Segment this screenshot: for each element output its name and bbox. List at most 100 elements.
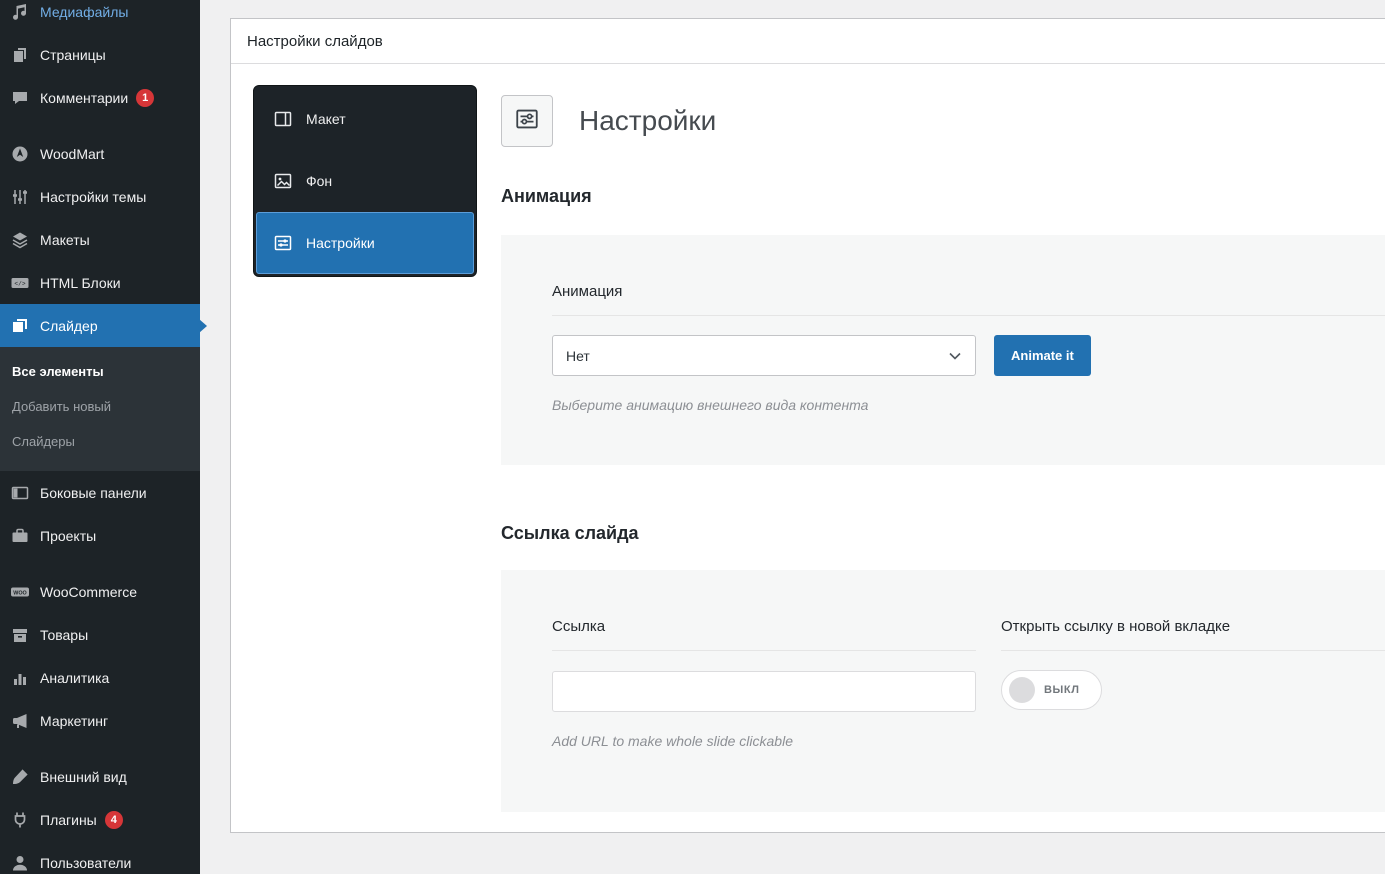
background-image-icon [273, 171, 293, 191]
theme-settings-icon [10, 187, 30, 207]
settings-main-column: Настройки Анимация Анимация Нет Animate … [501, 95, 1385, 812]
panel-body: Макет Фон Настройки Настройки Анимация А… [231, 64, 1385, 831]
animation-field-label: Анимация [552, 283, 623, 300]
settings-page-icon-box [501, 95, 553, 147]
tab-settings[interactable]: Настройки [256, 212, 474, 274]
pages-icon [10, 45, 30, 65]
sidebar-item-woodmart[interactable]: WoodMart [0, 132, 200, 175]
appearance-icon [10, 767, 30, 787]
sidebar-item-analytics[interactable]: Аналитика [0, 656, 200, 699]
sidebar-item-label: Маркетинг [40, 712, 109, 729]
sidebar-item-label: Страницы [40, 46, 106, 63]
sidebar-item-html-blocks[interactable]: </> HTML Блоки [0, 261, 200, 304]
admin-sidebar: Медиафайлы Страницы Комментарии 1 WoodMa… [0, 0, 200, 874]
sidebar-item-woocommerce[interactable]: WOO WooCommerce [0, 570, 200, 613]
layouts-icon [10, 230, 30, 250]
sidebar-item-sidebars[interactable]: Боковые панели [0, 471, 200, 514]
comments-icon [10, 88, 30, 108]
sidebar-item-slider[interactable]: Слайдер [0, 304, 200, 347]
sidebar-item-comments[interactable]: Комментарии 1 [0, 76, 200, 119]
tab-background[interactable]: Фон [256, 150, 474, 212]
media-icon [10, 2, 30, 22]
animation-helper-text: Выберите анимацию внешнего вида контента [552, 397, 869, 413]
animate-it-button[interactable]: Animate it [994, 335, 1091, 376]
sidebar-item-layouts[interactable]: Макеты [0, 218, 200, 261]
field-divider [552, 315, 1385, 316]
tab-layout[interactable]: Макет [256, 88, 474, 150]
menu-separator [0, 742, 200, 755]
sidebar-item-media[interactable]: Медиафайлы [0, 0, 200, 33]
open-new-tab-toggle[interactable]: ВЫКЛ [1001, 670, 1102, 710]
svg-text:</>: </> [14, 280, 25, 287]
link-helper-text: Add URL to make whole slide clickable [552, 733, 793, 749]
link-field-column: Ссылка Add URL to make whole slide click… [552, 617, 976, 749]
submenu-item-all-elements[interactable]: Все элементы [0, 354, 200, 389]
menu-separator [0, 119, 200, 132]
sidebars-icon [10, 483, 30, 503]
slider-icon [10, 316, 30, 336]
sidebar-item-projects[interactable]: Проекты [0, 514, 200, 557]
animation-select[interactable]: Нет [552, 335, 976, 376]
sidebar-item-label: Проекты [40, 527, 97, 544]
svg-text:WOO: WOO [13, 590, 26, 596]
field-divider [1001, 650, 1385, 651]
sidebar-item-marketing[interactable]: Маркетинг [0, 699, 200, 742]
woocommerce-icon: WOO [10, 582, 30, 602]
animation-section-panel: Анимация Нет Animate it Выберите анимаци… [501, 235, 1385, 465]
settings-sliders-icon [514, 106, 540, 137]
panel-title: Настройки слайдов [247, 32, 383, 50]
sidebar-item-label: Макеты [40, 231, 90, 248]
new-tab-field-label: Открыть ссылку в новой вкладке [1001, 618, 1231, 635]
slider-submenu: Все элементы Добавить новый Слайдеры [0, 347, 200, 471]
sidebar-item-label: Плагины [40, 811, 97, 828]
animation-select-value: Нет [566, 347, 590, 364]
tab-label: Настройки [306, 235, 375, 251]
field-divider [552, 650, 976, 651]
settings-tabs: Макет Фон Настройки [253, 85, 477, 277]
marketing-icon [10, 711, 30, 731]
panel-header: Настройки слайдов [231, 19, 1385, 64]
products-icon [10, 625, 30, 645]
sidebar-item-label: Внешний вид [40, 768, 127, 785]
projects-icon [10, 526, 30, 546]
animation-controls-row: Нет Animate it [552, 335, 1385, 376]
plugins-icon [10, 810, 30, 830]
admin-content-area: Настройки слайдов Макет Фон Настройки На… [200, 0, 1385, 874]
slide-link-section-panel: Ссылка Add URL to make whole slide click… [501, 570, 1385, 812]
sidebar-item-label: Боковые панели [40, 484, 147, 501]
sidebar-item-appearance[interactable]: Внешний вид [0, 755, 200, 798]
page-title-row: Настройки [501, 95, 1385, 147]
slide-link-section-heading: Ссылка слайда [501, 523, 639, 543]
menu-separator [0, 557, 200, 570]
sidebar-item-label: Слайдер [40, 317, 98, 334]
sidebar-item-users[interactable]: Пользователи [0, 841, 200, 874]
sidebar-item-label: HTML Блоки [40, 274, 121, 291]
page-title: Настройки [579, 105, 717, 136]
sidebar-item-label: Медиафайлы [40, 3, 129, 20]
sidebar-item-label: WooCommerce [40, 583, 137, 600]
animation-section-heading: Анимация [501, 186, 592, 206]
slide-settings-panel: Настройки слайдов Макет Фон Настройки На… [230, 18, 1385, 833]
plugins-count-badge: 4 [104, 810, 123, 829]
admin-menu: Медиафайлы Страницы Комментарии 1 WoodMa… [0, 0, 200, 874]
settings-sliders-icon [273, 233, 293, 253]
layout-icon [273, 109, 293, 129]
sidebar-item-plugins[interactable]: Плагины 4 [0, 798, 200, 841]
toggle-knob [1009, 677, 1035, 703]
chevron-down-icon [947, 348, 963, 367]
submenu-item-sliders[interactable]: Слайдеры [0, 424, 200, 459]
toggle-state-label: ВЫКЛ [1044, 684, 1080, 696]
submenu-item-add-new[interactable]: Добавить новый [0, 389, 200, 424]
sidebar-item-label: Настройки темы [40, 188, 147, 205]
sidebar-item-label: Комментарии [40, 89, 129, 106]
comments-count-badge: 1 [136, 88, 155, 107]
sidebar-item-theme-settings[interactable]: Настройки темы [0, 175, 200, 218]
sidebar-item-label: Товары [40, 626, 89, 643]
sidebar-item-label: WoodMart [40, 145, 105, 162]
sidebar-item-products[interactable]: Товары [0, 613, 200, 656]
analytics-icon [10, 668, 30, 688]
sidebar-item-label: Аналитика [40, 669, 110, 686]
html-blocks-icon: </> [10, 273, 30, 293]
sidebar-item-pages[interactable]: Страницы [0, 33, 200, 76]
slide-link-input[interactable] [552, 671, 976, 712]
